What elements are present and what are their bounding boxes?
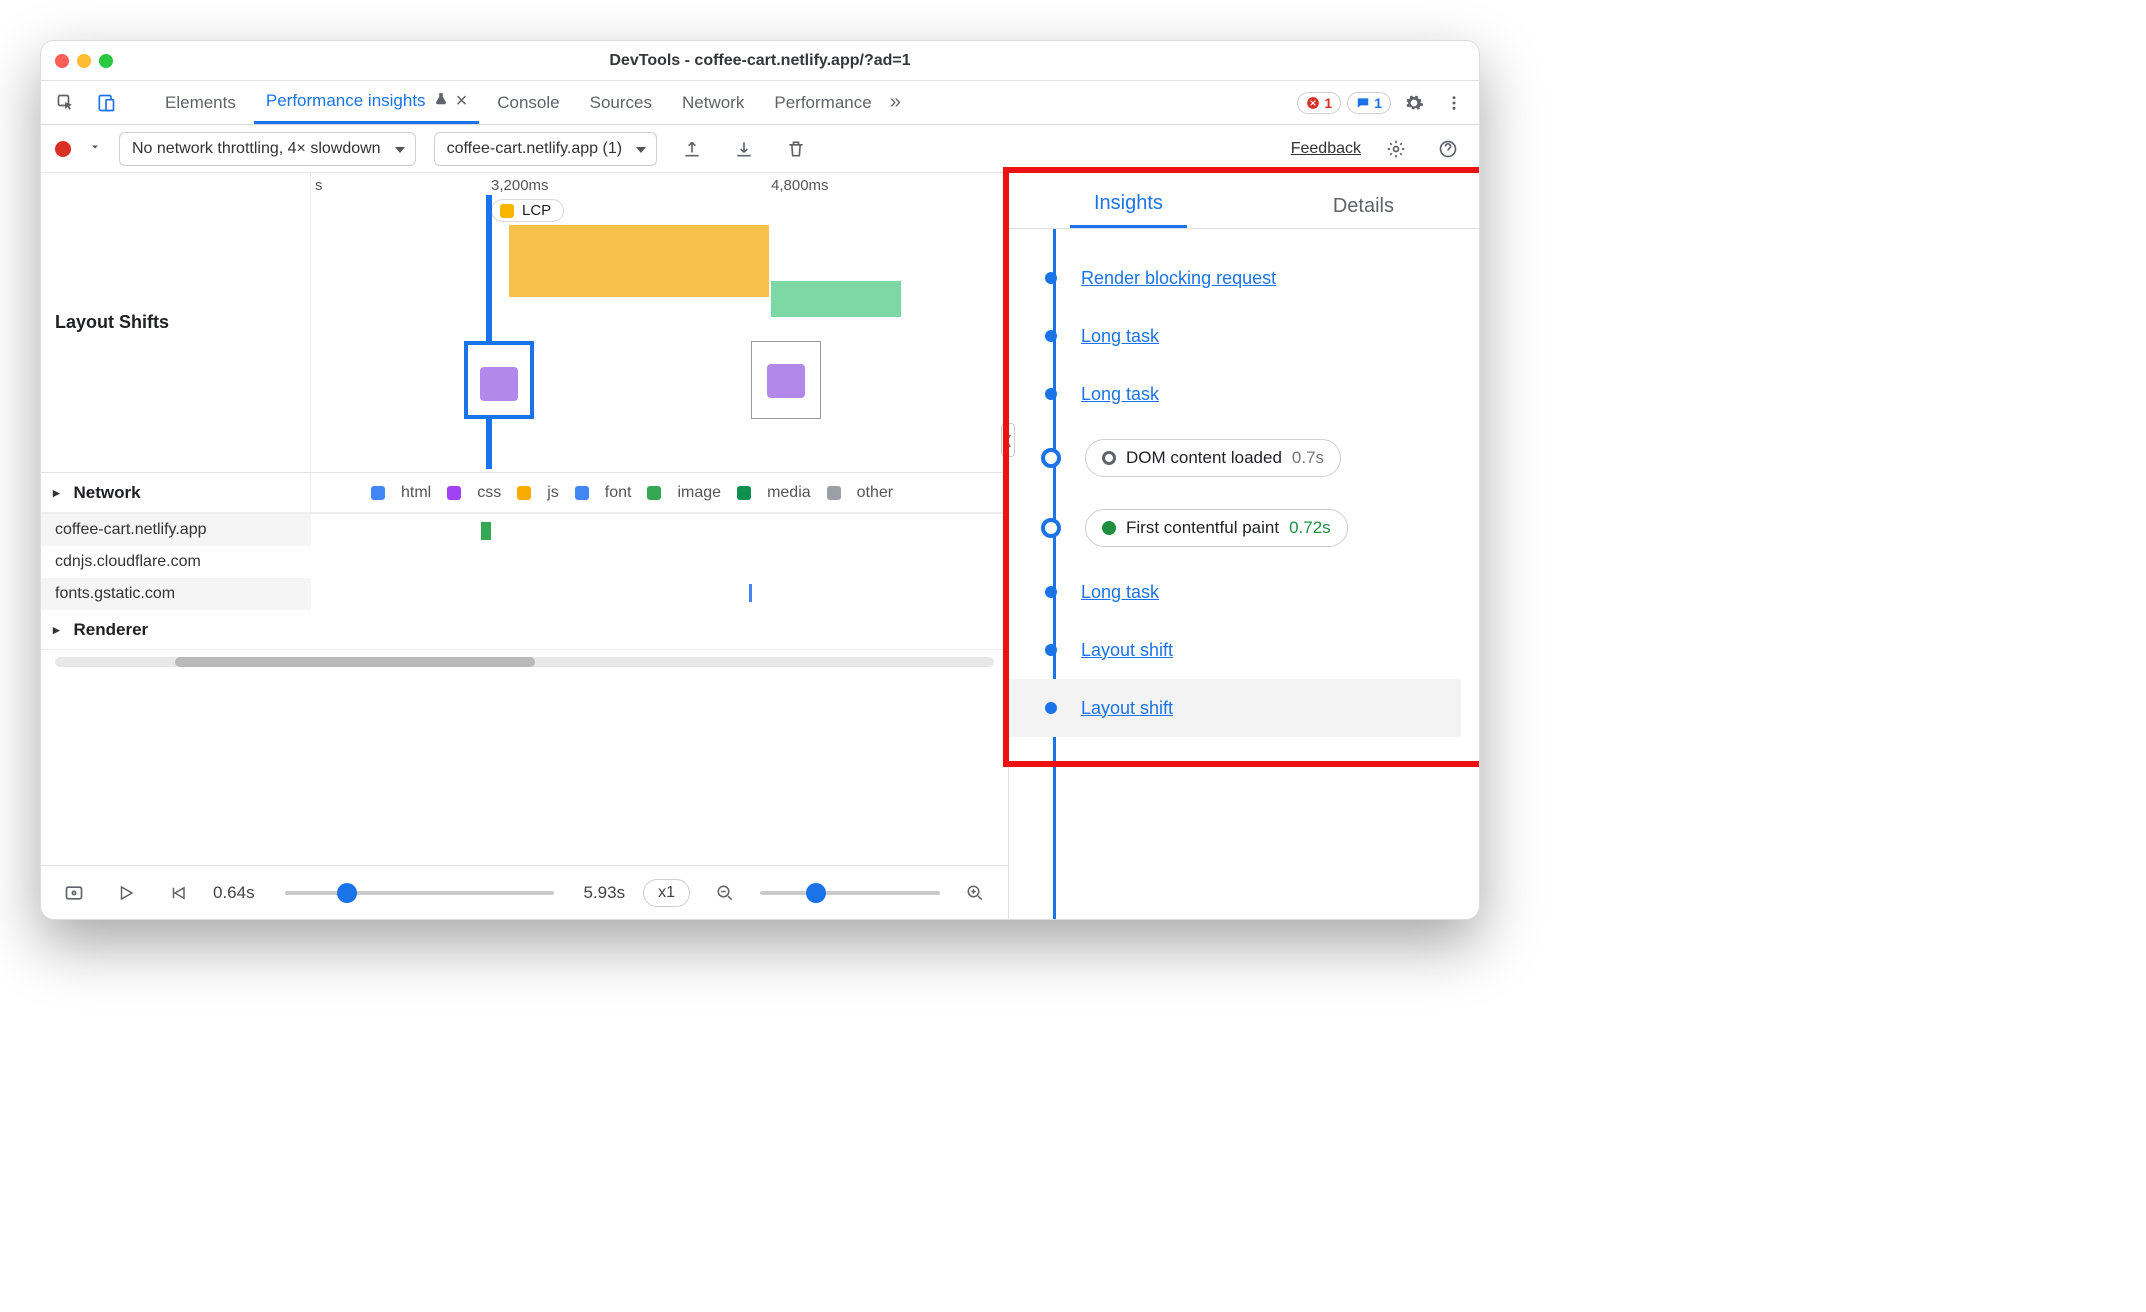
page-select[interactable]: coffee-cart.netlify.app (1) xyxy=(434,132,658,166)
zoom-slider[interactable] xyxy=(760,891,940,895)
tab-console[interactable]: Console xyxy=(485,81,571,124)
flask-icon xyxy=(434,91,448,111)
titlebar: DevTools - coffee-cart.netlify.app/?ad=1 xyxy=(41,41,1479,81)
insight-link[interactable]: Long task xyxy=(1081,582,1159,603)
tab-performance[interactable]: Performance xyxy=(762,81,883,124)
insights-toolbar: No network throttling, 4× slowdown coffe… xyxy=(41,125,1479,173)
playback-end-time: 5.93s xyxy=(584,883,626,903)
minimize-window-button[interactable] xyxy=(77,54,91,68)
network-host[interactable]: cdnjs.cloudflare.com xyxy=(41,546,311,578)
section-layout-shifts: Layout Shifts xyxy=(41,173,311,472)
insights-list[interactable]: Render blocking request Long task Long t… xyxy=(1009,229,1479,919)
devtools-tabs: Elements Performance insights × Console … xyxy=(41,81,1479,125)
network-track[interactable] xyxy=(311,514,1008,610)
record-menu-icon[interactable] xyxy=(89,140,101,158)
rewind-icon[interactable] xyxy=(161,876,195,910)
playback-bar: 0.64s 5.93s x1 xyxy=(41,865,1008,919)
insight-link[interactable]: Layout shift xyxy=(1081,640,1173,661)
lcp-line xyxy=(486,195,492,469)
panel-settings-icon[interactable] xyxy=(1379,132,1413,166)
section-renderer[interactable]: Renderer xyxy=(41,610,1008,650)
window-controls xyxy=(55,54,113,68)
insights-panel: ❮ Insights Details Render blocking reque… xyxy=(1009,173,1479,919)
inspect-icon[interactable] xyxy=(49,86,83,120)
insights-tabs: Insights Details xyxy=(1009,173,1479,229)
section-network[interactable]: Network xyxy=(41,473,311,513)
status-dot-icon xyxy=(1102,521,1116,535)
tab-elements[interactable]: Elements xyxy=(153,81,248,124)
status-dot-icon xyxy=(1102,451,1116,465)
close-tab-icon[interactable]: × xyxy=(456,90,468,113)
trash-icon[interactable] xyxy=(779,132,813,166)
kebab-menu-icon[interactable] xyxy=(1437,86,1471,120)
tab-network[interactable]: Network xyxy=(670,81,756,124)
playback-slider[interactable] xyxy=(285,891,554,895)
message-badge[interactable]: 1 xyxy=(1347,92,1391,114)
record-button[interactable] xyxy=(55,141,71,157)
zoom-in-icon[interactable] xyxy=(958,876,992,910)
timeline-panel: Layout Shifts s 3,200ms 4,800ms LCP Netw… xyxy=(41,173,1009,919)
time-tick: 3,200ms xyxy=(491,177,549,194)
tab-sources[interactable]: Sources xyxy=(578,81,664,124)
settings-icon[interactable] xyxy=(1397,86,1431,120)
device-toggle-icon[interactable] xyxy=(89,86,123,120)
insight-milestone[interactable]: DOM content loaded 0.7s xyxy=(1085,439,1341,477)
help-icon[interactable] xyxy=(1431,132,1465,166)
play-icon[interactable] xyxy=(109,876,143,910)
throttling-select[interactable]: No network throttling, 4× slowdown xyxy=(119,132,416,166)
playback-start-time: 0.64s xyxy=(213,883,255,903)
tab-performance-insights[interactable]: Performance insights × xyxy=(254,81,479,124)
time-tick: s xyxy=(315,177,323,194)
timeline-canvas[interactable]: s 3,200ms 4,800ms LCP xyxy=(311,173,1008,472)
request-bar[interactable] xyxy=(749,584,752,602)
upload-icon[interactable] xyxy=(675,132,709,166)
network-host[interactable]: coffee-cart.netlify.app xyxy=(41,514,311,546)
insight-link[interactable]: Long task xyxy=(1081,326,1159,347)
paint-region xyxy=(771,281,901,317)
tab-details[interactable]: Details xyxy=(1309,195,1418,228)
request-bar[interactable] xyxy=(481,522,491,540)
screenshot-thumb[interactable] xyxy=(751,341,821,419)
maximize-window-button[interactable] xyxy=(99,54,113,68)
zoom-level[interactable]: x1 xyxy=(643,879,690,907)
window-title: DevTools - coffee-cart.netlify.app/?ad=1 xyxy=(41,52,1479,70)
feedback-link[interactable]: Feedback xyxy=(1291,140,1361,158)
zoom-out-icon[interactable] xyxy=(708,876,742,910)
lcp-marker[interactable]: LCP xyxy=(491,199,564,222)
preview-toggle-icon[interactable] xyxy=(57,876,91,910)
insight-link[interactable]: Long task xyxy=(1081,384,1159,405)
network-host[interactable]: fonts.gstatic.com xyxy=(41,578,311,610)
download-icon[interactable] xyxy=(727,132,761,166)
insight-milestone[interactable]: First contentful paint 0.72s xyxy=(1085,509,1348,547)
error-badge[interactable]: 1 xyxy=(1297,92,1341,114)
horizontal-scrollbar[interactable] xyxy=(41,650,1008,674)
screenshot-thumb-selected[interactable] xyxy=(464,341,534,419)
tab-insights[interactable]: Insights xyxy=(1070,192,1187,228)
network-legend: html css js font image media other xyxy=(311,473,1008,513)
insight-link[interactable]: Render blocking request xyxy=(1081,268,1276,289)
insight-link[interactable]: Layout shift xyxy=(1081,698,1173,719)
time-tick: 4,800ms xyxy=(771,177,829,194)
more-tabs-icon[interactable]: » xyxy=(890,91,901,114)
close-window-button[interactable] xyxy=(55,54,69,68)
lcp-region xyxy=(509,225,769,297)
network-rows: coffee-cart.netlify.app cdnjs.cloudflare… xyxy=(41,514,1008,610)
